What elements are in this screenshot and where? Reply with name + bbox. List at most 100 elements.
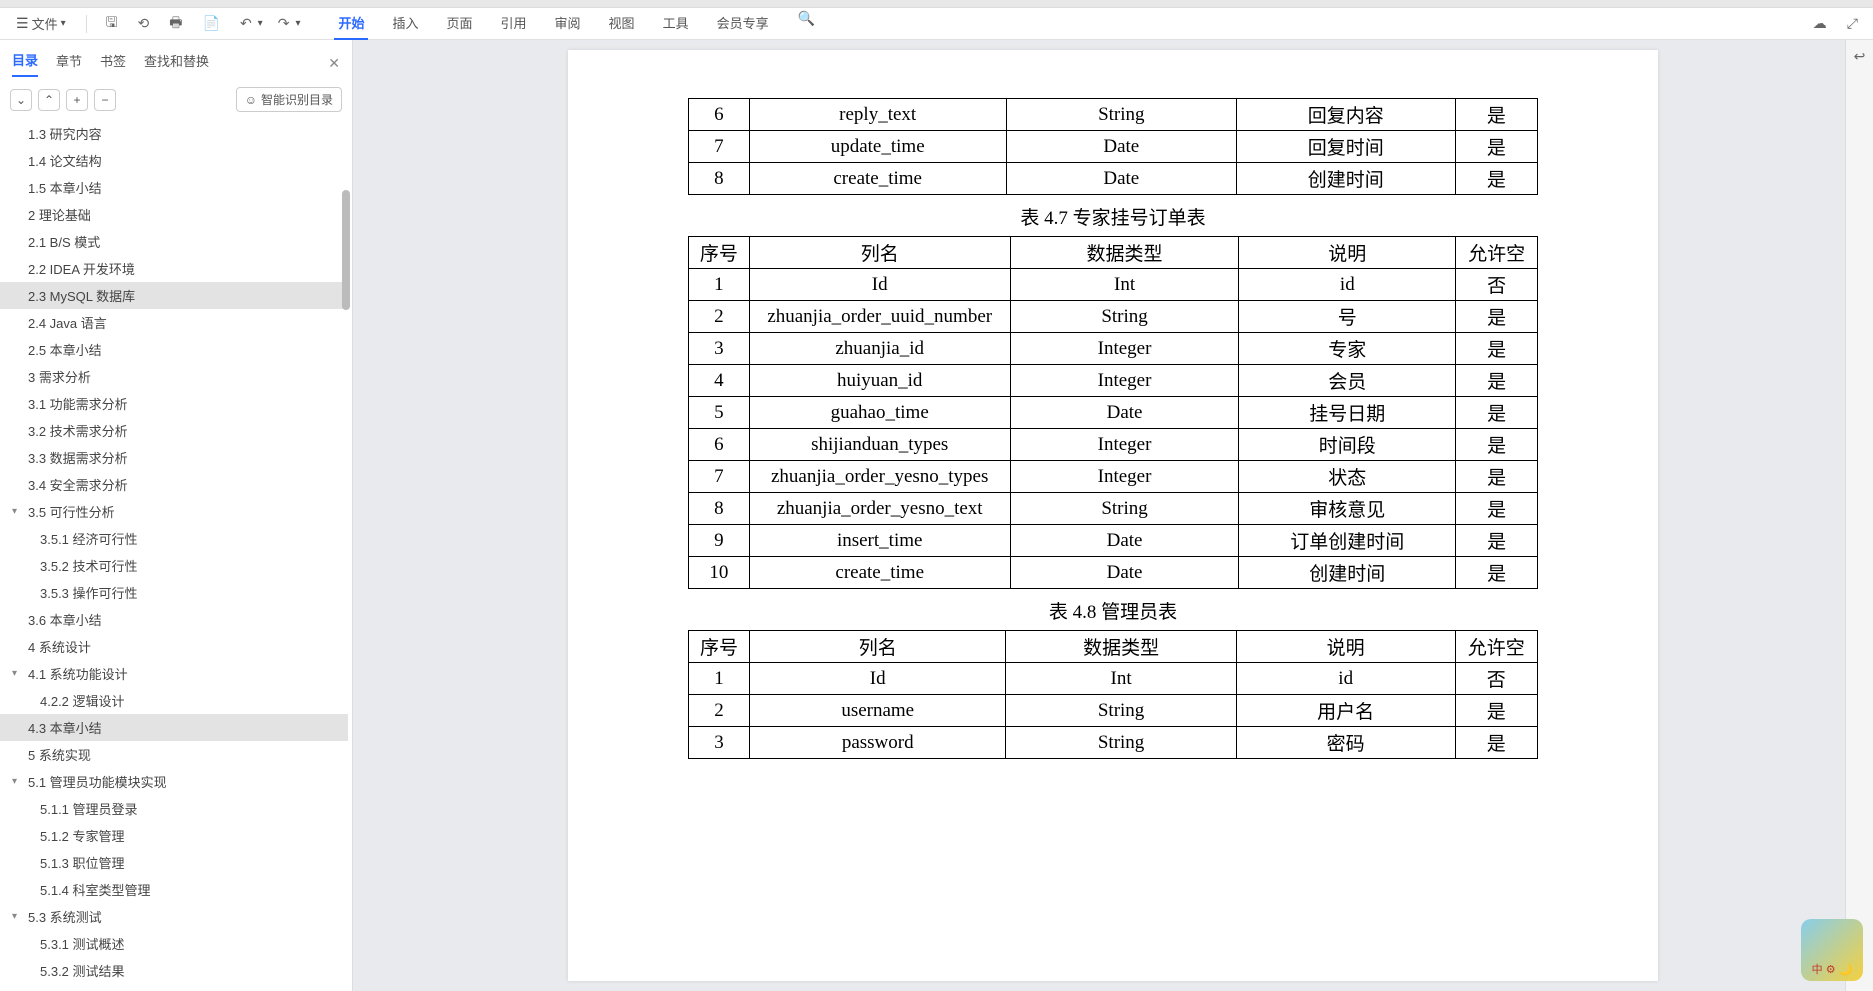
toc-item[interactable]: 3.6 本章小结 [0,606,348,633]
table-cell: id [1239,269,1456,301]
table-header-cell: 序号 [689,631,750,663]
toc-item[interactable]: 4.3 本章小结 [0,714,348,741]
convert-icon[interactable]: ⟲ [133,12,155,35]
table-header-cell: 允许空 [1456,237,1538,269]
add-button[interactable]: + [66,89,88,111]
sidebar-controls: ⌄ ⌃ + − ☺ 智能识别目录 [0,77,352,120]
table-row: 6shijianduan_typesInteger时间段是 [689,429,1538,461]
save-icon[interactable]: 🖫 [101,9,123,39]
remove-button[interactable]: − [94,89,116,111]
table-cell: 是 [1455,163,1537,195]
sidebar-tab-toc[interactable]: 目录 [12,50,38,77]
undo-icon[interactable]: ↶ [235,12,257,35]
toc-item[interactable]: 3.5.1 经济可行性 [0,525,348,552]
toc-item-label: 4.3 本章小结 [28,718,102,737]
toc-item[interactable]: 3.5.3 操作可行性 [0,579,348,606]
preview-icon[interactable]: 📄 [198,12,225,35]
chevron-down-icon[interactable]: ▾ [12,776,17,787]
toc-item[interactable]: ▾4.1 系统功能设计 [0,660,348,687]
search-icon[interactable]: 🔍 [793,7,820,40]
toc-item[interactable]: 3 需求分析 [0,363,348,390]
table-row: 2zhuanjia_order_uuid_numberString号是 [689,301,1538,333]
chevron-down-icon[interactable]: ▾ [12,911,17,922]
toc-item[interactable]: 2.3 MySQL 数据库 [0,282,348,309]
sidebar-tab-chapter[interactable]: 章节 [56,51,82,76]
toc-item[interactable]: 3.5.2 技术可行性 [0,552,348,579]
document-page: 6reply_textString回复内容是7update_timeDate回复… [568,50,1658,981]
toc-item[interactable]: 5.1.1 管理员登录 [0,795,348,822]
table-cell: 会员 [1239,365,1456,397]
ribbon-tab-start[interactable]: 开始 [334,7,368,40]
chevron-up-icon[interactable]: ⌃ [38,89,60,111]
close-icon[interactable]: ✕ [328,55,340,72]
table-cell: 否 [1456,269,1538,301]
toc-item[interactable]: 5.3.2 测试结果 [0,957,348,984]
expand-icon[interactable]: ⤢ [1842,12,1863,35]
ribbon-tab-member[interactable]: 会员专享 [713,7,773,40]
back-icon[interactable]: ↩ [1854,48,1866,65]
chevron-down-icon[interactable]: ⌄ [10,89,32,111]
toc-item[interactable]: ▾5.1 管理员功能模块实现 [0,768,348,795]
toc-item[interactable]: 3.2 技术需求分析 [0,417,348,444]
table-cell: 挂号日期 [1239,397,1456,429]
print-icon[interactable]: 🖶 [164,9,187,39]
chevron-down-icon[interactable]: ▾ [258,18,263,29]
toc-item-label: 5.3.1 测试概述 [40,934,125,953]
table-cell: Integer [1010,429,1239,461]
sidebar-tab-findreplace[interactable]: 查找和替换 [144,51,209,76]
face-scan-icon: ☺ [245,93,257,107]
toc-item[interactable]: 5.1.3 职位管理 [0,849,348,876]
file-menu[interactable]: ☰ 文件 ▾ [10,11,72,36]
table-cell: 审核意见 [1239,493,1456,525]
ribbon-tab-insert[interactable]: 插入 [388,7,422,40]
table-cell: zhuanjia_order_yesno_types [749,461,1010,493]
toc-item[interactable]: 1.3 研究内容 [0,120,348,147]
toc-item[interactable]: 5.3 本章小结 [0,984,348,991]
toc-item[interactable]: 4.2.2 逻辑设计 [0,687,348,714]
toc-item[interactable]: 3.1 功能需求分析 [0,390,348,417]
toc-item[interactable]: ▾ 5.3 系统测试 [0,903,348,930]
toc-item[interactable]: 4 系统设计 [0,633,348,660]
chevron-down-icon[interactable]: ▾ [12,506,17,517]
table-cell: 是 [1455,695,1537,727]
widget-label: 中 ⚙ 🌙 [1812,961,1853,977]
redo-icon[interactable]: ↷ [273,12,295,35]
ribbon-tab-page[interactable]: 页面 [443,7,477,40]
toc-item[interactable]: 1.4 论文结构 [0,147,348,174]
table-cell: 时间段 [1239,429,1456,461]
ribbon-tab-reference[interactable]: 引用 [497,7,531,40]
toc-item[interactable]: ▾3.5 可行性分析 [0,498,348,525]
cloud-icon[interactable]: ☁ [1808,12,1832,35]
table-cell: 订单创建时间 [1239,525,1456,557]
chevron-down-icon[interactable]: ▾ [295,18,300,29]
toc-item[interactable]: 3.4 安全需求分析 [0,471,348,498]
toc-item[interactable]: 2.5 本章小结 [0,336,348,363]
table-cell: zhuanjia_order_yesno_text [749,493,1010,525]
toc-item[interactable]: 2.4 Java 语言 [0,309,348,336]
ribbon-tab-tools[interactable]: 工具 [659,7,693,40]
toc-list[interactable]: 1.3 研究内容 1.4 论文结构 1.5 本章小结2 理论基础2.1 B/S 模式… [0,120,352,991]
toc-item[interactable]: 2 理论基础 [0,201,348,228]
chevron-down-icon[interactable]: ▾ [12,668,17,679]
sidebar-tab-bookmark[interactable]: 书签 [100,51,126,76]
toc-item[interactable]: 3.3 数据需求分析 [0,444,348,471]
toc-item[interactable]: 5.3.1 测试概述 [0,930,348,957]
scrollbar-thumb[interactable] [342,190,350,310]
toc-item-label: 5.3 系统测试 [28,907,102,926]
toc-item[interactable]: 5.1.4 科室类型管理 [0,876,348,903]
toc-item[interactable]: 5 系统实现 [0,741,348,768]
ribbon-tab-review[interactable]: 审阅 [551,7,585,40]
ribbon-tab-view[interactable]: 视图 [605,7,639,40]
smart-toc-button[interactable]: ☺ 智能识别目录 [236,87,342,112]
table-cell: 6 [689,99,750,131]
table-cell: 是 [1456,525,1538,557]
document-area[interactable]: 6reply_textString回复内容是7update_timeDate回复… [353,40,1873,991]
toc-item[interactable]: 5.1.2 专家管理 [0,822,348,849]
toc-item[interactable]: 2.2 IDEA 开发环境 [0,255,348,282]
table-header-row: 序号列名数据类型说明允许空 [689,631,1538,663]
toc-item-label: 1.4 论文结构 [28,151,102,170]
toc-item[interactable]: 2.1 B/S 模式 [0,228,348,255]
toc-item[interactable]: 1.5 本章小结 [0,174,348,201]
floating-weather-widget[interactable]: 中 ⚙ 🌙 [1801,919,1863,981]
table-header-cell: 说明 [1236,631,1455,663]
